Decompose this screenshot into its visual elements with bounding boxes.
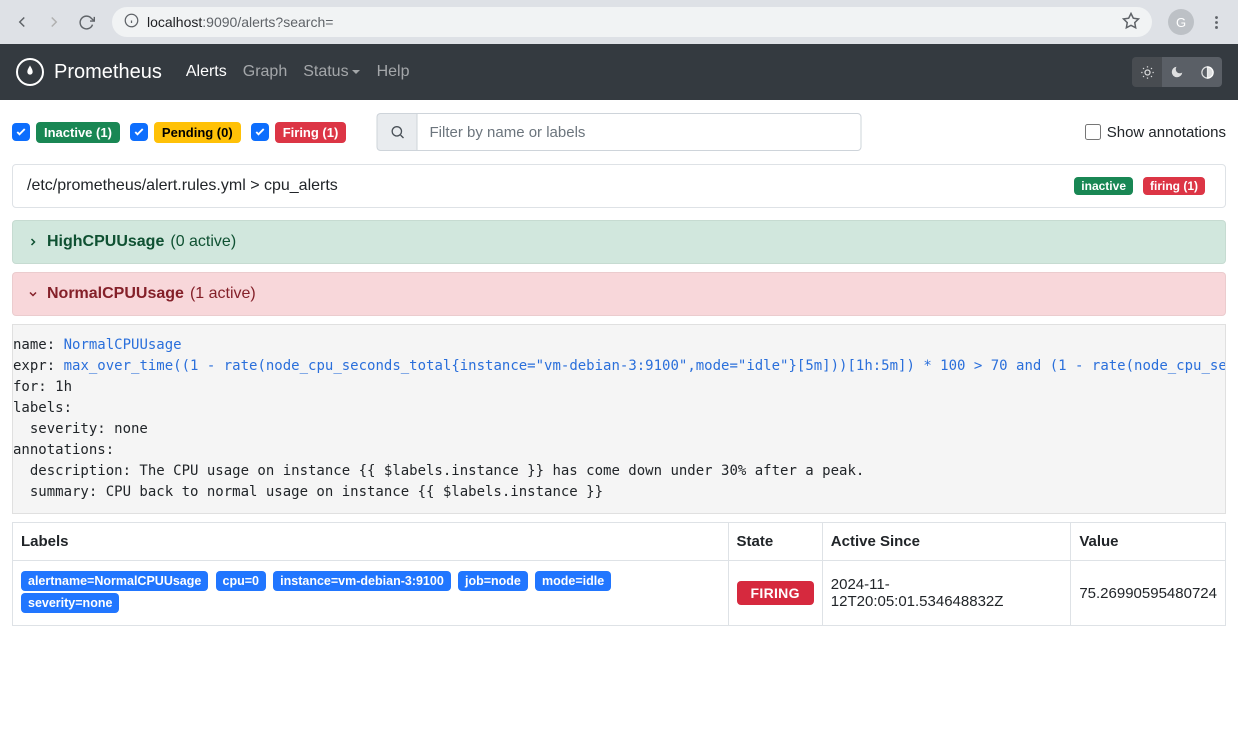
badge-inactive: Inactive (1) [36,122,120,143]
forward-button[interactable] [40,8,68,36]
state-filters: Inactive (1) Pending (0) Firing (1) [12,122,352,143]
site-info-icon[interactable] [124,13,139,31]
checkbox-firing[interactable] [251,123,269,141]
label-pill: severity=none [21,593,119,613]
bookmark-icon[interactable] [1122,12,1140,33]
address-bar[interactable]: localhost:9090/alerts?search= [112,7,1152,37]
checkbox-inactive[interactable] [12,123,30,141]
prometheus-logo-icon [16,58,44,86]
back-button[interactable] [8,8,36,36]
theme-toggle [1132,57,1222,87]
profile-avatar[interactable]: G [1168,9,1194,35]
rule-definition: name: NormalCPUUsage expr: max_over_time… [12,324,1226,514]
label-pill: job=node [458,571,528,591]
col-labels: Labels [13,523,729,561]
theme-auto-icon[interactable] [1192,57,1222,87]
nav-status-label: Status [303,63,348,81]
badge-firing: Firing (1) [275,122,347,143]
show-annotations-label: Show annotations [1107,124,1226,141]
table-row: alertname=NormalCPUUsage cpu=0 instance=… [13,561,1226,626]
chevron-down-icon [27,288,39,300]
chevron-right-icon [27,236,39,248]
nav-help[interactable]: Help [377,63,410,81]
theme-light-icon[interactable] [1132,57,1162,87]
alert-instances-table: Labels State Active Since Value alertnam… [12,522,1226,626]
label-pill: cpu=0 [216,571,266,591]
col-value: Value [1071,523,1226,561]
label-pill: mode=idle [535,571,611,591]
browser-toolbar: localhost:9090/alerts?search= G [0,0,1238,44]
reload-button[interactable] [72,8,100,36]
url-text: localhost:9090/alerts?search= [147,14,333,30]
menu-icon[interactable] [1202,8,1230,36]
table-header-row: Labels State Active Since Value [13,523,1226,561]
show-annotations-checkbox[interactable] [1085,124,1101,140]
search-wrap [377,113,862,151]
label-pill: instance=vm-debian-3:9100 [273,571,451,591]
search-input[interactable] [417,113,862,151]
col-active-since: Active Since [822,523,1071,561]
search-icon [377,113,417,151]
cell-labels: alertname=NormalCPUUsage cpu=0 instance=… [13,561,729,626]
alert-normalcpuusage[interactable]: NormalCPUUsage (1 active) [12,272,1226,316]
checkbox-pending[interactable] [130,123,148,141]
nav-graph[interactable]: Graph [243,63,287,81]
col-state: State [728,523,822,561]
theme-dark-icon[interactable] [1162,57,1192,87]
group-badge-inactive: inactive [1074,177,1133,195]
alert-name: HighCPUUsage [47,233,164,251]
alert-highcpuusage[interactable]: HighCPUUsage (0 active) [12,220,1226,264]
nav-links: Alerts Graph Status Help [186,63,410,81]
label-pill: alertname=NormalCPUUsage [21,571,208,591]
brand-text: Prometheus [54,61,162,84]
navbar: Prometheus Alerts Graph Status Help [0,44,1238,100]
show-annotations[interactable]: Show annotations [1085,124,1226,141]
firing-badge: FIRING [737,581,814,605]
group-badge-firing: firing (1) [1143,177,1205,195]
nav-status[interactable]: Status [303,63,360,81]
badge-pending: Pending (0) [154,122,241,143]
alert-count: (1 active) [190,285,256,303]
caret-down-icon [351,67,361,77]
brand[interactable]: Prometheus [16,58,162,86]
filter-toolbar: Inactive (1) Pending (0) Firing (1) Show… [12,112,1226,152]
rule-group[interactable]: /etc/prometheus/alert.rules.yml > cpu_al… [12,164,1226,208]
nav-alerts[interactable]: Alerts [186,63,227,81]
cell-value: 75.26990595480724 [1071,561,1226,626]
cell-active-since: 2024-11-12T20:05:01.534648832Z [822,561,1071,626]
cell-state: FIRING [728,561,822,626]
alert-count: (0 active) [170,233,236,251]
alert-name: NormalCPUUsage [47,285,184,303]
rule-group-title: /etc/prometheus/alert.rules.yml > cpu_al… [27,177,338,195]
